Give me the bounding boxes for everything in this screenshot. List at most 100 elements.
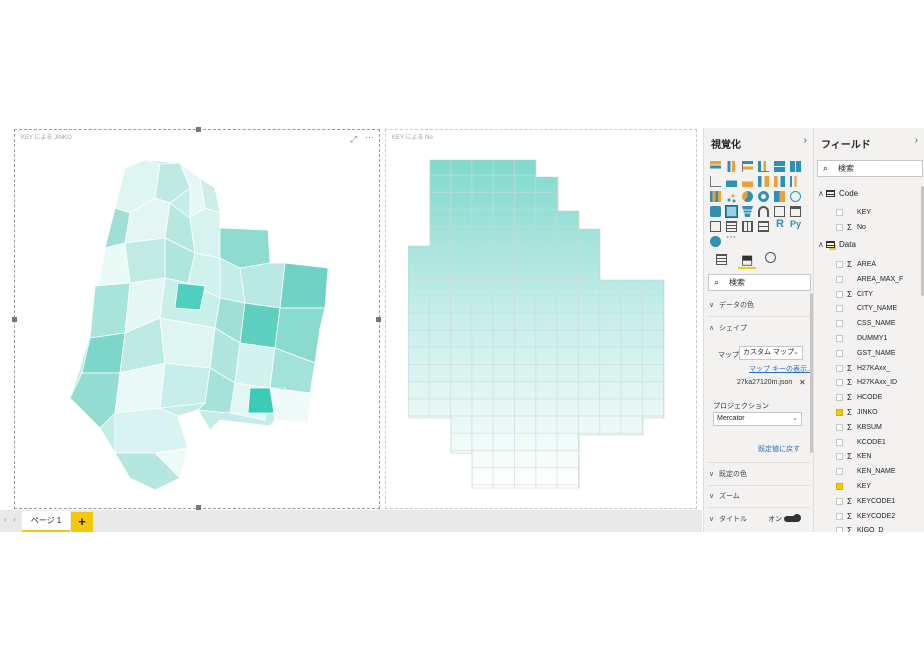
100-stacked-column-icon[interactable] xyxy=(790,161,801,172)
projection-select[interactable]: Mercator ⌄ xyxy=(713,412,802,426)
remove-map-icon[interactable]: ✕ xyxy=(799,378,806,387)
treemap-icon[interactable] xyxy=(774,191,785,202)
ribbon-chart-icon[interactable] xyxy=(790,176,801,187)
field-checkbox[interactable] xyxy=(836,209,843,216)
page-tab[interactable]: ページ 1 xyxy=(22,511,70,532)
field-name: CITY xyxy=(857,290,873,298)
filled-map-icon[interactable] xyxy=(710,206,721,217)
section-data-colors[interactable]: ∨ データの色 xyxy=(709,300,754,310)
field-checkbox[interactable] xyxy=(836,512,843,520)
r-script-icon[interactable]: R xyxy=(776,218,784,230)
chevron-down-icon: ∨ xyxy=(709,493,715,500)
field-checkbox[interactable] xyxy=(836,423,843,431)
shape-map-jinko[interactable]: KEY による JINKO ⤢ ⋯ xyxy=(12,127,381,510)
table-icon xyxy=(826,190,835,198)
field-checkbox[interactable] xyxy=(836,290,843,298)
field-checkbox[interactable] xyxy=(836,349,843,357)
section-title[interactable]: ∨ タイトル xyxy=(709,514,747,524)
stacked-column-icon[interactable] xyxy=(726,161,737,172)
section-zoom[interactable]: ∨ ズーム xyxy=(709,491,740,501)
multi-row-card-icon[interactable] xyxy=(790,206,801,217)
chevron-down-icon: ∨ xyxy=(709,471,715,478)
field-checkbox[interactable] xyxy=(836,305,843,313)
tile-grid-map[interactable] xyxy=(408,158,668,490)
field-checkbox[interactable] xyxy=(836,335,843,342)
focus-mode-icon[interactable]: ⤢ xyxy=(350,134,357,145)
field-checkbox[interactable] xyxy=(836,275,843,283)
shape-map-no[interactable]: KEY による No xyxy=(385,129,697,509)
field-checkbox[interactable] xyxy=(836,453,843,461)
line-stacked-column-icon[interactable] xyxy=(774,176,785,187)
field-name: KEYCODE1 xyxy=(857,497,896,505)
clustered-bar-icon[interactable] xyxy=(742,161,753,172)
table-icon[interactable] xyxy=(742,221,753,232)
next-page-icon[interactable]: › xyxy=(13,515,16,524)
line-chart-icon[interactable] xyxy=(710,176,721,187)
table-icon xyxy=(826,241,835,249)
reset-default-link[interactable]: 既定値に戻す xyxy=(758,444,800,454)
divider xyxy=(708,316,810,317)
gauge-icon[interactable] xyxy=(758,206,769,217)
table-data[interactable]: ∧ Data xyxy=(818,238,856,252)
100-stacked-bar-icon[interactable] xyxy=(774,161,785,172)
clustered-column-icon[interactable] xyxy=(758,161,769,172)
field-checkbox[interactable] xyxy=(836,527,843,532)
field-checkbox[interactable] xyxy=(836,379,843,387)
field-checkbox[interactable] xyxy=(836,394,843,402)
title-toggle[interactable] xyxy=(784,514,801,522)
donut-chart-icon[interactable] xyxy=(758,191,769,202)
resize-handle[interactable] xyxy=(12,317,17,322)
line-column-icon[interactable] xyxy=(758,176,769,187)
arcgis-icon[interactable] xyxy=(710,236,721,247)
collapse-pane-icon[interactable]: › xyxy=(804,135,807,146)
shape-map-icon[interactable] xyxy=(725,205,738,218)
area-chart-icon[interactable] xyxy=(726,176,737,187)
more-options-icon[interactable]: ⋯ xyxy=(365,132,374,143)
resize-handle[interactable] xyxy=(376,317,381,322)
analytics-icon[interactable] xyxy=(765,252,776,263)
page-bar xyxy=(0,510,702,532)
map-select[interactable]: カスタム マップ ⌄ xyxy=(739,346,803,360)
matrix-icon[interactable] xyxy=(758,221,769,232)
table-code[interactable]: ∧ Code xyxy=(818,187,858,201)
stacked-bar-icon[interactable] xyxy=(710,161,721,172)
slicer-icon[interactable] xyxy=(726,221,737,232)
funnel-icon[interactable] xyxy=(742,206,753,217)
field-checkbox[interactable] xyxy=(836,468,843,476)
collapse-pane-icon[interactable]: › xyxy=(915,135,918,146)
map-icon[interactable] xyxy=(790,191,801,202)
more-visuals-icon[interactable]: ⋯ xyxy=(726,232,736,243)
section-shape[interactable]: ∧ シェイプ xyxy=(709,323,747,333)
format-paint-icon[interactable]: ⬒ xyxy=(741,252,753,268)
python-icon[interactable]: Py xyxy=(790,219,801,229)
divider xyxy=(708,462,810,463)
field-checkbox[interactable] xyxy=(836,409,843,416)
pane-title: フィールド xyxy=(821,140,871,151)
kpi-icon[interactable] xyxy=(710,221,721,232)
field-checkbox[interactable] xyxy=(836,483,843,490)
waterfall-icon[interactable] xyxy=(710,191,721,202)
field-checkbox[interactable] xyxy=(836,497,843,505)
field-checkbox[interactable] xyxy=(836,438,843,446)
pie-chart-icon[interactable] xyxy=(742,191,753,202)
field-checkbox[interactable] xyxy=(836,261,843,268)
add-page-button[interactable]: + xyxy=(71,512,93,532)
scatter-icon[interactable] xyxy=(726,191,737,203)
ward-map[interactable] xyxy=(70,158,330,493)
pane-title: 視覚化 xyxy=(711,140,741,151)
section-default-colors[interactable]: ∨ 既定の色 xyxy=(709,469,747,479)
field-checkbox[interactable] xyxy=(836,224,843,231)
search-icon: ⌕ xyxy=(714,277,720,287)
fields-search-input[interactable]: ⌕ 検索 xyxy=(817,160,923,177)
stacked-area-icon[interactable] xyxy=(742,176,753,187)
field-checkbox[interactable] xyxy=(836,320,843,328)
map-keys-link[interactable]: マップ キーの表示... xyxy=(749,364,813,374)
format-search-input[interactable]: ⌕ 検索 xyxy=(708,274,811,291)
card-icon[interactable] xyxy=(774,206,785,217)
prev-page-icon[interactable]: ‹ xyxy=(4,515,7,524)
fields-tab-icon[interactable] xyxy=(716,254,727,265)
resize-handle[interactable] xyxy=(196,127,201,132)
map-regions xyxy=(70,159,329,491)
field-checkbox[interactable] xyxy=(836,364,843,372)
map-file-name: 27ka27120m.json xyxy=(737,379,793,386)
